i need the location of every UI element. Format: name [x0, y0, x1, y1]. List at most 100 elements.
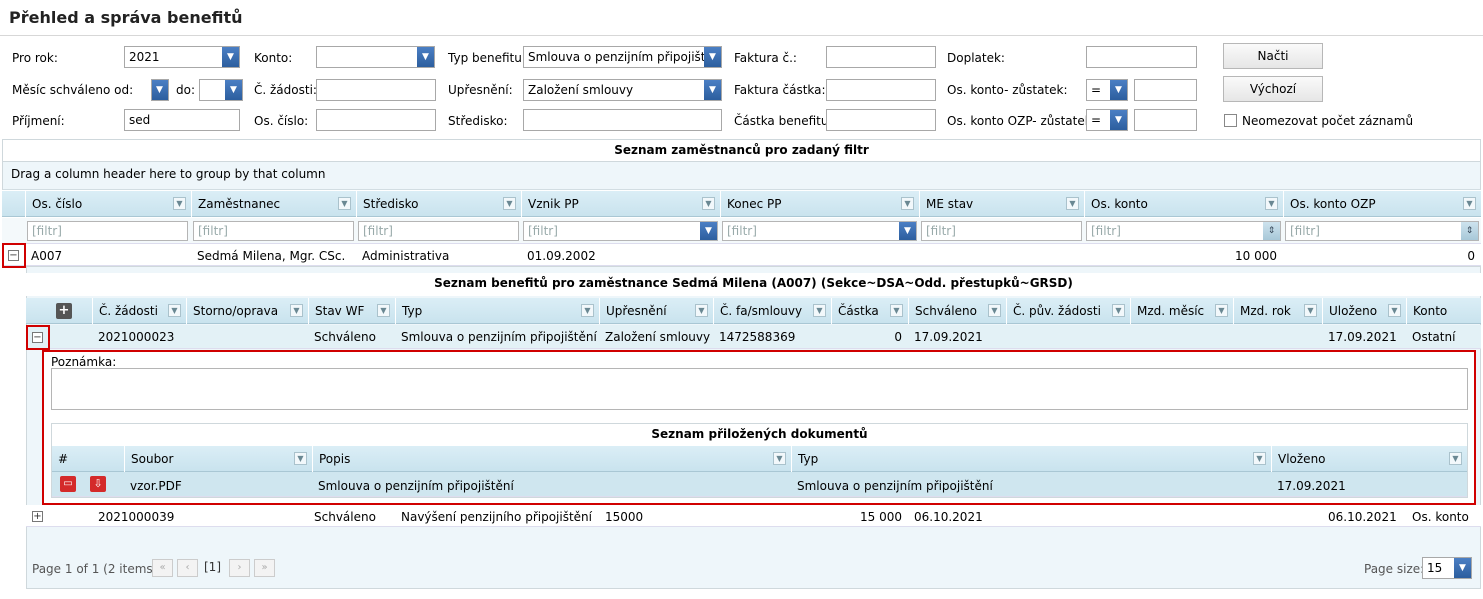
- column-menu-icon[interactable]: ▼: [338, 197, 351, 210]
- column-menu-icon[interactable]: ▼: [988, 304, 1001, 317]
- filter-personal-no[interactable]: [filtr]: [27, 221, 188, 241]
- col-header-center[interactable]: Středisko ▼: [356, 191, 521, 217]
- surcharge-input[interactable]: [1086, 46, 1197, 68]
- col-header-payroll-month[interactable]: Mzd. měsíc ▼: [1130, 298, 1233, 324]
- col-header-invoice[interactable]: Č. fa/smlouvy ▼: [713, 298, 831, 324]
- column-menu-icon[interactable]: ▼: [901, 197, 914, 210]
- request-no-input[interactable]: [316, 79, 436, 101]
- column-menu-icon[interactable]: ▼: [377, 304, 390, 317]
- column-menu-icon[interactable]: ▼: [581, 304, 594, 317]
- column-menu-icon[interactable]: ▼: [1388, 304, 1401, 317]
- column-menu-icon[interactable]: ▼: [1449, 452, 1462, 465]
- filter-me-status[interactable]: [filtr]: [921, 221, 1082, 241]
- surname-input[interactable]: sed: [124, 109, 240, 131]
- benefit-amount-label: Částka benefitu:: [734, 114, 833, 128]
- column-menu-icon[interactable]: ▼: [503, 197, 516, 210]
- col-header-approved[interactable]: Schváleno ▼: [908, 298, 1006, 324]
- account-balance-input[interactable]: [1134, 79, 1197, 101]
- column-menu-icon[interactable]: ▼: [773, 452, 786, 465]
- print-icon[interactable]: ▭: [60, 476, 76, 492]
- column-menu-icon[interactable]: ▼: [1463, 197, 1476, 210]
- col-header-account-ozp[interactable]: Os. konto OZP ▼: [1283, 191, 1481, 217]
- year-select[interactable]: 2021 ▼: [124, 46, 240, 68]
- col-header-wf-status[interactable]: Stav WF ▼: [308, 298, 395, 324]
- col-header-request-no[interactable]: Č. žádosti ▼: [92, 298, 186, 324]
- note-textarea[interactable]: [51, 368, 1468, 410]
- column-menu-icon[interactable]: ▼: [1304, 304, 1317, 317]
- cell-file[interactable]: vzor.PDF: [124, 474, 188, 498]
- refinement-select[interactable]: Založení smlouvy ▼: [523, 79, 722, 101]
- account-balance-operator[interactable]: = ▼: [1086, 79, 1128, 101]
- benefit-row[interactable]: − 2021000023 Schváleno Smlouva o penzijn…: [26, 325, 1481, 349]
- employee-row[interactable]: − A007 Sedmá Milena, Mgr. CSc. Administr…: [2, 244, 1481, 266]
- col-header-saved[interactable]: Uloženo ▼: [1322, 298, 1406, 324]
- invoice-no-input[interactable]: [826, 46, 936, 68]
- document-row[interactable]: ▭ ⇩ vzor.PDF Smlouva o penzijním připoji…: [52, 472, 1467, 497]
- col-header-description[interactable]: Popis ▼: [312, 446, 791, 472]
- column-menu-icon[interactable]: ▼: [1066, 197, 1079, 210]
- col-header-employee[interactable]: Zaměstnanec ▼: [191, 191, 356, 217]
- page-size-select[interactable]: 15 ▼: [1422, 557, 1472, 579]
- col-header-storno[interactable]: Storno/oprava ▼: [186, 298, 308, 324]
- column-menu-icon[interactable]: ▼: [1253, 452, 1266, 465]
- col-header-doc-type[interactable]: Typ ▼: [791, 446, 1271, 472]
- col-header-account[interactable]: Konto: [1406, 298, 1481, 324]
- account-select[interactable]: ▼: [316, 46, 435, 68]
- column-menu-icon[interactable]: ▼: [1215, 304, 1228, 317]
- ozp-balance-input[interactable]: [1134, 109, 1197, 131]
- invoice-amount-input[interactable]: [826, 79, 936, 101]
- filter-end[interactable]: [filtr] ▼: [722, 221, 917, 241]
- col-header-amount[interactable]: Částka ▼: [831, 298, 908, 324]
- col-header-index[interactable]: #: [52, 446, 124, 472]
- column-menu-icon[interactable]: ▼: [294, 452, 307, 465]
- cell-request-no: 2021000039: [98, 510, 175, 524]
- col-header-account[interactable]: Os. konto ▼: [1084, 191, 1283, 217]
- col-header-me-status[interactable]: ME stav ▼: [919, 191, 1084, 217]
- personal-no-input[interactable]: [316, 109, 436, 131]
- benefit-type-select[interactable]: Smlouva o penzijním připojištění ▼: [523, 46, 722, 68]
- ozp-balance-operator[interactable]: = ▼: [1086, 109, 1128, 131]
- next-page-icon[interactable]: ›: [229, 559, 250, 577]
- col-header-file[interactable]: Soubor ▼: [124, 446, 312, 472]
- benefit-row[interactable]: + 2021000039 Schváleno Navýšení penzijní…: [26, 505, 1481, 527]
- col-header-type[interactable]: Typ ▼: [395, 298, 599, 324]
- col-header-start[interactable]: Vznik PP ▼: [521, 191, 720, 217]
- filter-account-ozp[interactable]: [filtr] ⇕: [1285, 221, 1479, 241]
- column-menu-icon[interactable]: ▼: [702, 197, 715, 210]
- col-header-payroll-year[interactable]: Mzd. rok ▼: [1233, 298, 1322, 324]
- col-header-inserted[interactable]: Vloženo ▼: [1271, 446, 1467, 472]
- expand-icon[interactable]: +: [32, 511, 43, 522]
- collapse-icon[interactable]: −: [8, 250, 19, 261]
- center-input[interactable]: [523, 109, 722, 131]
- default-button[interactable]: Výchozí: [1223, 76, 1323, 102]
- col-header-orig-request[interactable]: Č. pův. žádosti ▼: [1006, 298, 1130, 324]
- column-menu-icon[interactable]: ▼: [695, 304, 708, 317]
- filter-account[interactable]: [filtr] ⇕: [1086, 221, 1281, 241]
- collapse-icon[interactable]: −: [32, 332, 43, 343]
- column-menu-icon[interactable]: ▼: [173, 197, 186, 210]
- prev-page-icon[interactable]: ‹: [177, 559, 198, 577]
- col-header-personal-no[interactable]: Os. číslo ▼: [25, 191, 191, 217]
- column-menu-icon[interactable]: ▼: [1265, 197, 1278, 210]
- current-page[interactable]: [1]: [204, 560, 221, 574]
- first-page-icon[interactable]: «: [152, 559, 173, 577]
- col-header-refinement[interactable]: Upřesnění ▼: [599, 298, 713, 324]
- add-icon[interactable]: +: [56, 303, 72, 319]
- filter-center[interactable]: [filtr]: [358, 221, 519, 241]
- col-header-end[interactable]: Konec PP ▼: [720, 191, 919, 217]
- filter-start[interactable]: [filtr] ▼: [523, 221, 718, 241]
- month-from-select[interactable]: ▼: [151, 79, 169, 101]
- column-menu-icon[interactable]: ▼: [290, 304, 303, 317]
- benefit-amount-input[interactable]: [826, 109, 936, 131]
- month-to-select[interactable]: ▼: [199, 79, 243, 101]
- download-icon[interactable]: ⇩: [90, 476, 106, 492]
- filter-employee[interactable]: [filtr]: [193, 221, 354, 241]
- unlimited-checkbox[interactable]: [1224, 114, 1237, 127]
- group-by-panel[interactable]: Drag a column header here to group by th…: [2, 162, 1481, 190]
- load-button[interactable]: Načti: [1223, 43, 1323, 69]
- column-menu-icon[interactable]: ▼: [168, 304, 181, 317]
- last-page-icon[interactable]: »: [254, 559, 275, 577]
- column-menu-icon[interactable]: ▼: [1112, 304, 1125, 317]
- column-menu-icon[interactable]: ▼: [890, 304, 903, 317]
- column-menu-icon[interactable]: ▼: [813, 304, 826, 317]
